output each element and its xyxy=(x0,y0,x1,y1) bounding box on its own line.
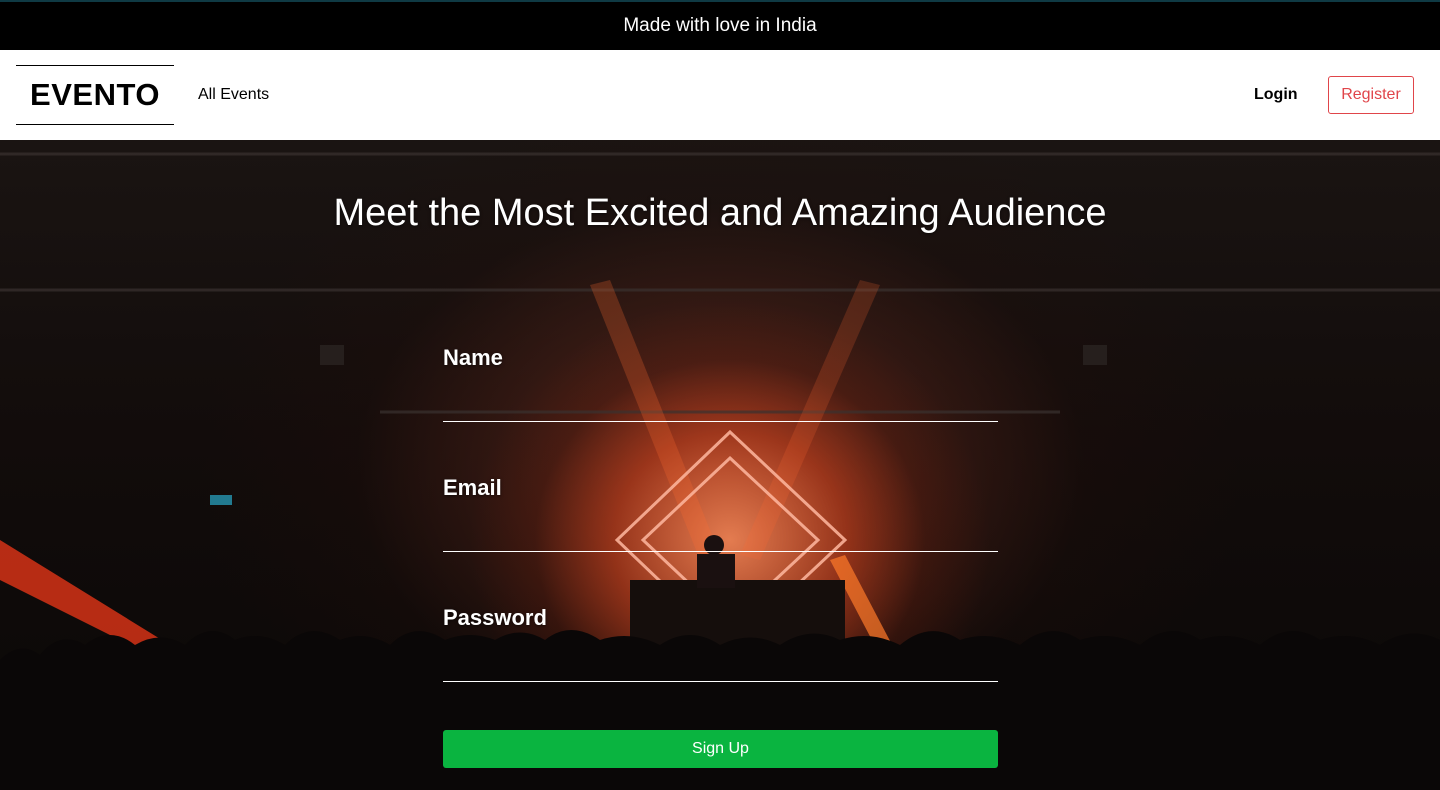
hero-section: Meet the Most Excited and Amazing Audien… xyxy=(0,140,1440,790)
register-button[interactable]: Register xyxy=(1328,76,1414,114)
banner-text: Made with love in India xyxy=(623,15,817,36)
site-logo[interactable]: EVENTO xyxy=(16,65,174,125)
sign-up-button[interactable]: Sign Up xyxy=(443,730,998,768)
email-label: Email xyxy=(443,475,502,500)
hero-title: Meet the Most Excited and Amazing Audien… xyxy=(333,192,1107,234)
name-label: Name xyxy=(443,345,503,370)
email-input[interactable] xyxy=(443,518,998,552)
password-label: Password xyxy=(443,605,547,630)
password-input[interactable] xyxy=(443,648,998,682)
concert-background-image xyxy=(0,152,1440,790)
navbar: EVENTO All Events Login Register xyxy=(0,50,1440,140)
name-input[interactable] xyxy=(443,388,998,422)
nav-link-all-events[interactable]: All Events xyxy=(198,85,269,105)
login-link[interactable]: Login xyxy=(1254,85,1298,105)
top-banner: Made with love in India xyxy=(0,0,1440,50)
